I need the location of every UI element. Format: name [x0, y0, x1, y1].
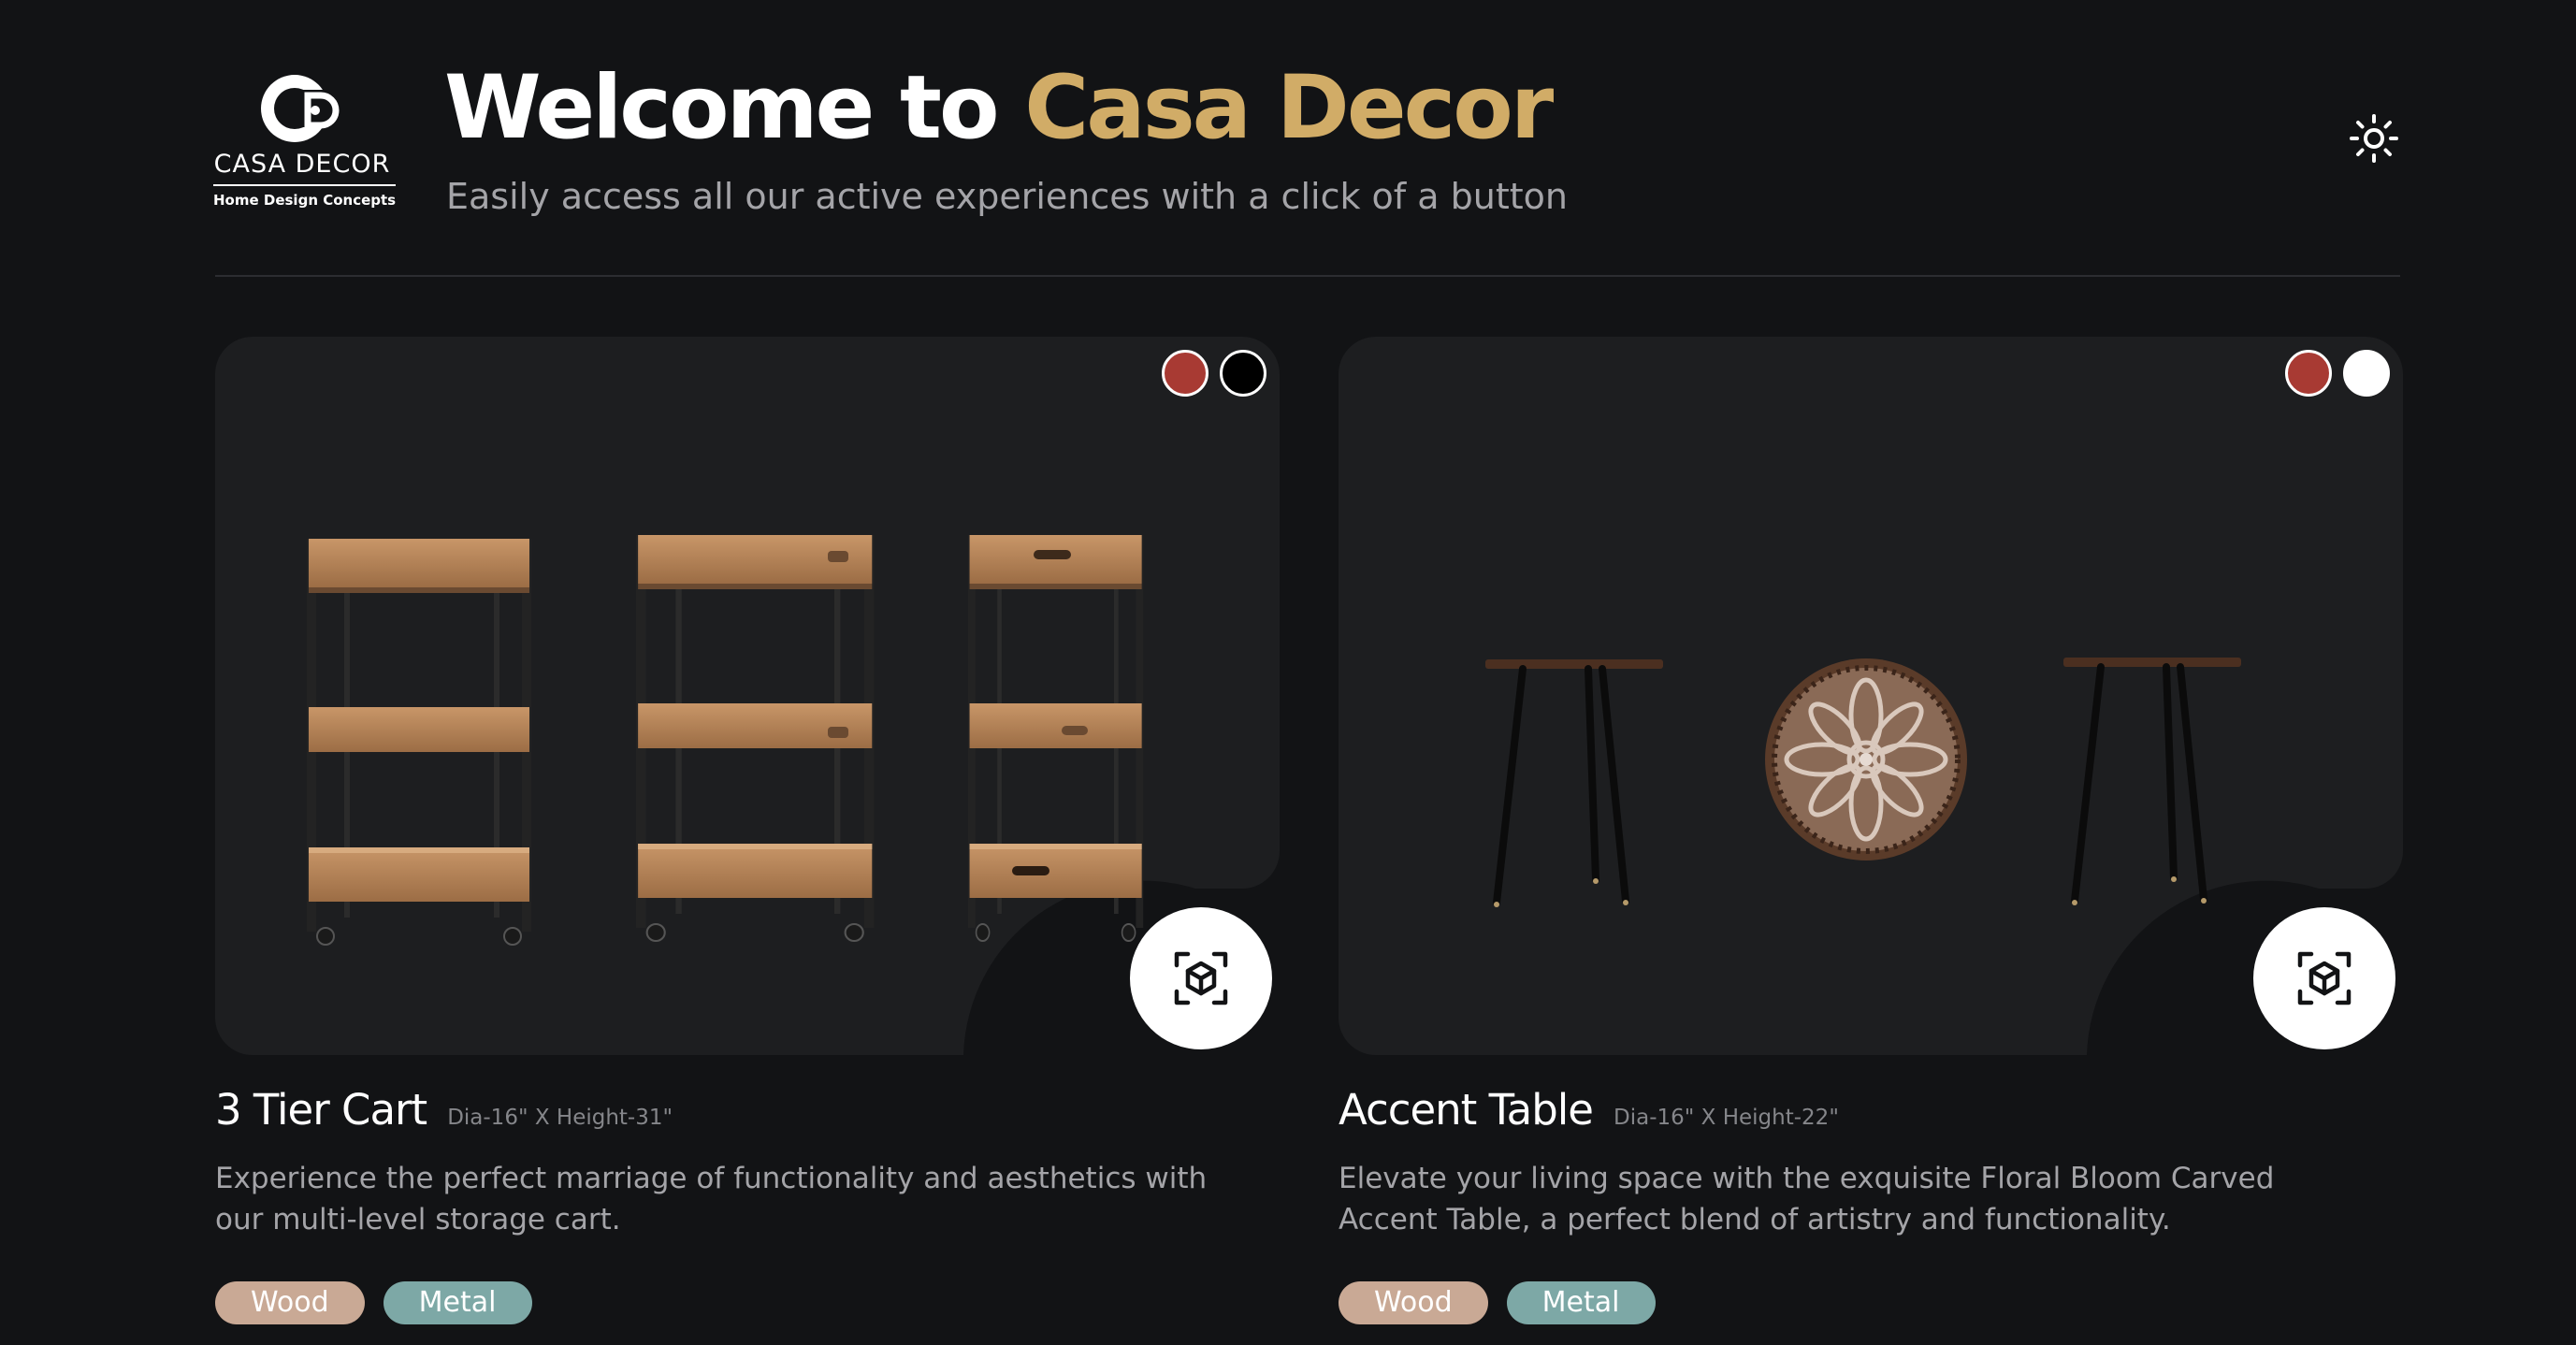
product-description: Experience the perfect marriage of funct… [215, 1162, 1208, 1237]
swatch-red[interactable] [1162, 350, 1208, 397]
product-dimensions: Dia-16" X Height-22" [1614, 1106, 1839, 1130]
swatch-red[interactable] [2285, 350, 2332, 397]
logo-name: CASA DECOR [213, 150, 391, 179]
material-tags: Wood Metal [215, 1281, 532, 1324]
sun-icon [2350, 114, 2398, 163]
product-name: 3 Tier Cart [215, 1085, 427, 1135]
product-heading: 3 Tier Cart Dia-16" X Height-31" [215, 1085, 673, 1135]
header-divider [215, 275, 2400, 277]
ar-cube-icon [1174, 951, 1228, 1005]
page-title-prefix: Welcome to [444, 57, 1025, 159]
product-name: Accent Table [1339, 1085, 1594, 1135]
product-card-accent-table[interactable]: Accent Table Dia-16" X Height-22" Elevat… [1339, 337, 2403, 1324]
material-tags: Wood Metal [1339, 1281, 1656, 1324]
tag-metal[interactable]: Metal [383, 1281, 532, 1324]
product-dimensions: Dia-16" X Height-31" [447, 1106, 673, 1130]
product-stage [1339, 337, 2403, 1055]
color-swatches [2285, 350, 2390, 397]
logo[interactable]: CASA DECOR Home Design Concepts [213, 71, 397, 211]
product-heading: Accent Table Dia-16" X Height-22" [1339, 1085, 1839, 1135]
stage-background [215, 337, 1280, 1055]
tag-wood[interactable]: Wood [1339, 1281, 1488, 1324]
swatch-white[interactable] [2343, 350, 2390, 397]
product-image-table-top [1765, 658, 1967, 861]
tag-wood[interactable]: Wood [215, 1281, 365, 1324]
page-title: Welcome to Casa Decor [444, 56, 1554, 162]
product-card-3-tier-cart[interactable]: 3 Tier Cart Dia-16" X Height-31" Experie… [215, 337, 1280, 1324]
logo-tagline: Home Design Concepts [213, 184, 397, 209]
product-description: Elevate your living space with the exqui… [1339, 1162, 2275, 1237]
ar-cube-icon [2297, 951, 2352, 1005]
view-in-ar-button[interactable] [1130, 907, 1272, 1049]
swatch-black[interactable] [1220, 350, 1266, 397]
page-subtitle: Easily access all our active experiences… [446, 176, 1568, 217]
page-title-brand: Casa Decor [1024, 57, 1554, 159]
tag-metal[interactable]: Metal [1506, 1281, 1656, 1324]
theme-toggle-button[interactable] [2348, 112, 2400, 165]
color-swatches [1162, 350, 1266, 397]
product-stage [215, 337, 1280, 1055]
view-in-ar-button[interactable] [2253, 907, 2395, 1049]
logo-mark-icon [261, 75, 347, 142]
